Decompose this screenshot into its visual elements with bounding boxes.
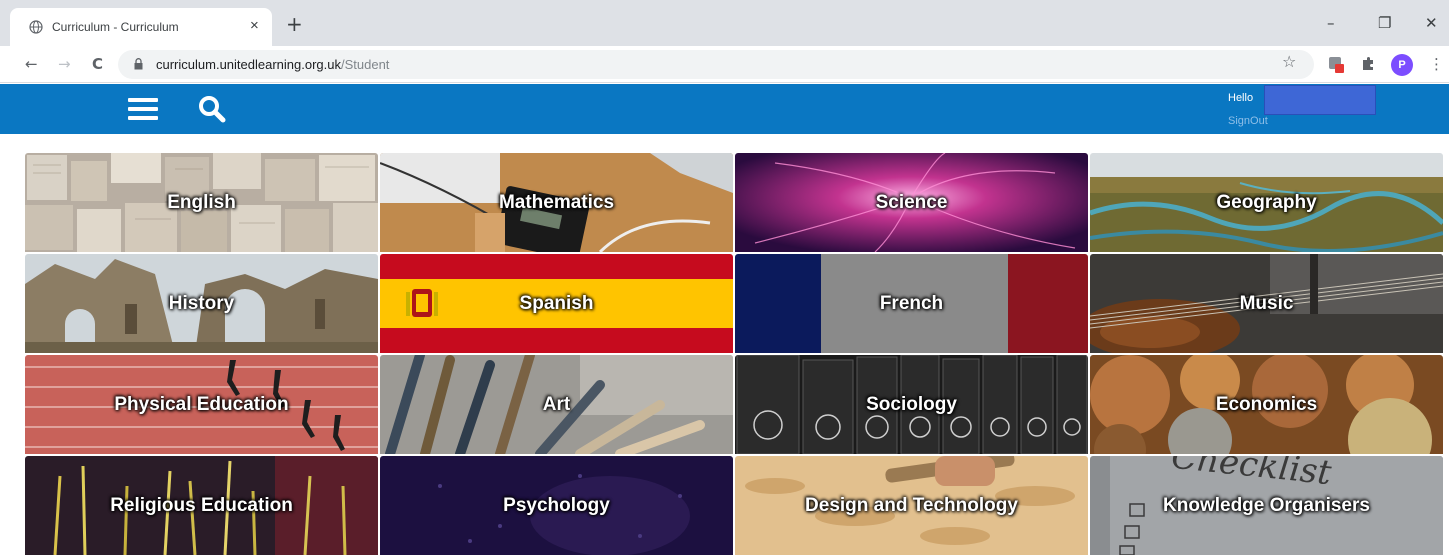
- tile-label: Religious Education: [110, 494, 293, 516]
- tab-title: Curriculum - Curriculum: [52, 20, 179, 34]
- menu-icon[interactable]: [128, 98, 158, 120]
- profile-avatar[interactable]: P: [1391, 54, 1413, 76]
- url-path: /Student: [340, 57, 390, 72]
- browser-menu-icon[interactable]: ⋮: [1429, 54, 1444, 74]
- restore-button[interactable]: ❐: [1378, 14, 1391, 32]
- tile-label: Music: [1239, 292, 1294, 314]
- close-window-button[interactable]: ✕: [1425, 14, 1438, 32]
- browser-tab-strip: Curriculum - Curriculum × + – ❐ ✕: [0, 0, 1449, 46]
- tile-geography[interactable]: Geography: [1090, 153, 1443, 252]
- tile-label: Knowledge Organisers: [1163, 494, 1370, 516]
- minimize-button[interactable]: –: [1327, 14, 1335, 32]
- tile-label: Design and Technology: [805, 494, 1018, 516]
- search-icon[interactable]: [196, 93, 228, 125]
- tile-art[interactable]: Art: [380, 355, 733, 454]
- tile-french[interactable]: French: [735, 254, 1088, 353]
- tile-design-and-technology[interactable]: Design and Technology: [735, 456, 1088, 555]
- tile-science[interactable]: Science: [735, 153, 1088, 252]
- browser-toolbar: ← → C curriculum.unitedlearning.org.uk/S…: [0, 46, 1449, 83]
- puzzle-icon[interactable]: [1360, 56, 1376, 72]
- browser-tab[interactable]: Curriculum - Curriculum ×: [10, 8, 272, 46]
- tile-label: History: [168, 292, 235, 314]
- url-host: curriculum.unitedlearning.org.uk: [156, 57, 341, 72]
- tile-label: English: [167, 191, 236, 213]
- tile-label: Economics: [1215, 393, 1318, 415]
- tile-knowledge-organisers[interactable]: Checklist Knowledge Organisers: [1090, 456, 1443, 555]
- lock-icon: [134, 58, 143, 70]
- tile-psychology[interactable]: Psychology: [380, 456, 733, 555]
- site-header: Hello SignOut: [0, 84, 1449, 134]
- url-text: curriculum.unitedlearning.org.uk/Student: [156, 57, 389, 72]
- subject-grid: English Mathematics Science Geography Hi…: [25, 153, 1443, 555]
- username-redacted: [1264, 85, 1376, 115]
- tile-spanish[interactable]: Spanish: [380, 254, 733, 353]
- tile-label: Art: [542, 393, 571, 415]
- forward-button[interactable]: →: [58, 54, 71, 74]
- tile-label: French: [879, 292, 944, 314]
- bookmark-star-icon[interactable]: ☆: [1282, 52, 1296, 72]
- tile-label: Physical Education: [114, 393, 289, 415]
- tile-label: Spanish: [519, 292, 594, 314]
- tile-label: Psychology: [503, 494, 610, 516]
- signout-link[interactable]: SignOut: [1228, 115, 1268, 127]
- tile-physical-education[interactable]: Physical Education: [25, 355, 378, 454]
- extension-icon[interactable]: [1328, 55, 1344, 73]
- tile-sociology[interactable]: Sociology: [735, 355, 1088, 454]
- tile-label: Mathematics: [498, 191, 615, 213]
- tile-economics[interactable]: Economics: [1090, 355, 1443, 454]
- tile-music[interactable]: Music: [1090, 254, 1443, 353]
- tile-history[interactable]: History: [25, 254, 378, 353]
- globe-icon: [29, 20, 43, 34]
- reload-button[interactable]: C: [92, 54, 103, 74]
- back-button[interactable]: ←: [25, 54, 38, 74]
- tile-mathematics[interactable]: Mathematics: [380, 153, 733, 252]
- hello-text: Hello: [1228, 92, 1254, 104]
- address-bar[interactable]: curriculum.unitedlearning.org.uk/Student: [118, 50, 1314, 79]
- tile-label: Geography: [1216, 191, 1317, 213]
- new-tab-button[interactable]: +: [286, 14, 303, 34]
- tile-label: Science: [875, 191, 948, 213]
- tile-label: Sociology: [866, 393, 957, 415]
- tab-close-button[interactable]: ×: [250, 16, 259, 36]
- tile-religious-education[interactable]: Religious Education: [25, 456, 378, 555]
- tile-english[interactable]: English: [25, 153, 378, 252]
